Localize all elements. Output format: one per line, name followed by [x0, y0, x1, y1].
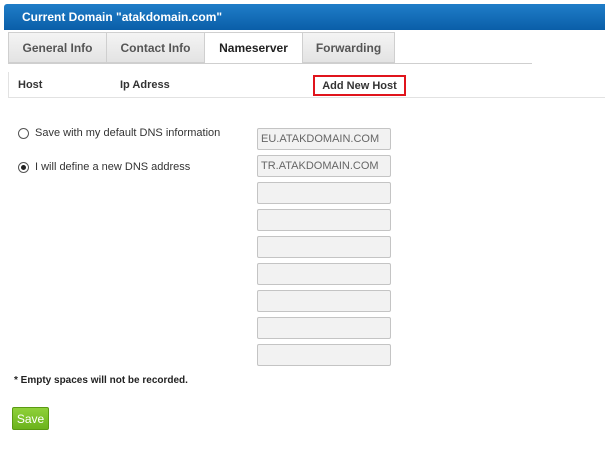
nameserver-input-9[interactable] — [257, 344, 391, 366]
tab-bar: General Info Contact Info Nameserver For… — [8, 32, 395, 64]
tab-forwarding[interactable]: Forwarding — [302, 32, 395, 63]
column-host: Host — [18, 79, 43, 91]
nameserver-input-3[interactable] — [257, 182, 391, 204]
save-button[interactable]: Save — [12, 407, 49, 430]
nameserver-input-6[interactable] — [257, 263, 391, 285]
nameserver-input-1[interactable] — [257, 128, 391, 150]
default-dns-option[interactable]: Save with my default DNS information — [18, 127, 220, 139]
nameserver-list — [257, 128, 391, 371]
default-dns-label: Save with my default DNS information — [35, 127, 221, 139]
default-dns-radio[interactable] — [18, 127, 29, 139]
nameserver-input-2[interactable] — [257, 155, 391, 177]
add-new-host-button[interactable]: Add New Host — [313, 75, 406, 96]
tab-contact-info[interactable]: Contact Info — [106, 32, 204, 63]
nameserver-input-8[interactable] — [257, 317, 391, 339]
header-bar: Current Domain "atakdomain.com" — [4, 4, 605, 30]
new-dns-radio[interactable] — [18, 161, 29, 173]
current-domain-title: Current Domain "atakdomain.com" — [22, 10, 223, 24]
nameserver-input-7[interactable] — [257, 290, 391, 312]
tab-general-info[interactable]: General Info — [8, 32, 106, 63]
new-dns-option[interactable]: I will define a new DNS address — [18, 161, 190, 173]
domain-settings-panel: Current Domain "atakdomain.com" General … — [0, 0, 605, 460]
column-header-row — [8, 72, 605, 98]
tab-underline — [8, 63, 532, 64]
nameserver-input-5[interactable] — [257, 236, 391, 258]
nameserver-input-4[interactable] — [257, 209, 391, 231]
column-ip-address: Ip Adress — [120, 79, 170, 91]
tab-nameserver[interactable]: Nameserver — [204, 32, 302, 64]
new-dns-label: I will define a new DNS address — [35, 161, 191, 173]
empty-spaces-note: * Empty spaces will not be recorded. — [14, 375, 188, 386]
